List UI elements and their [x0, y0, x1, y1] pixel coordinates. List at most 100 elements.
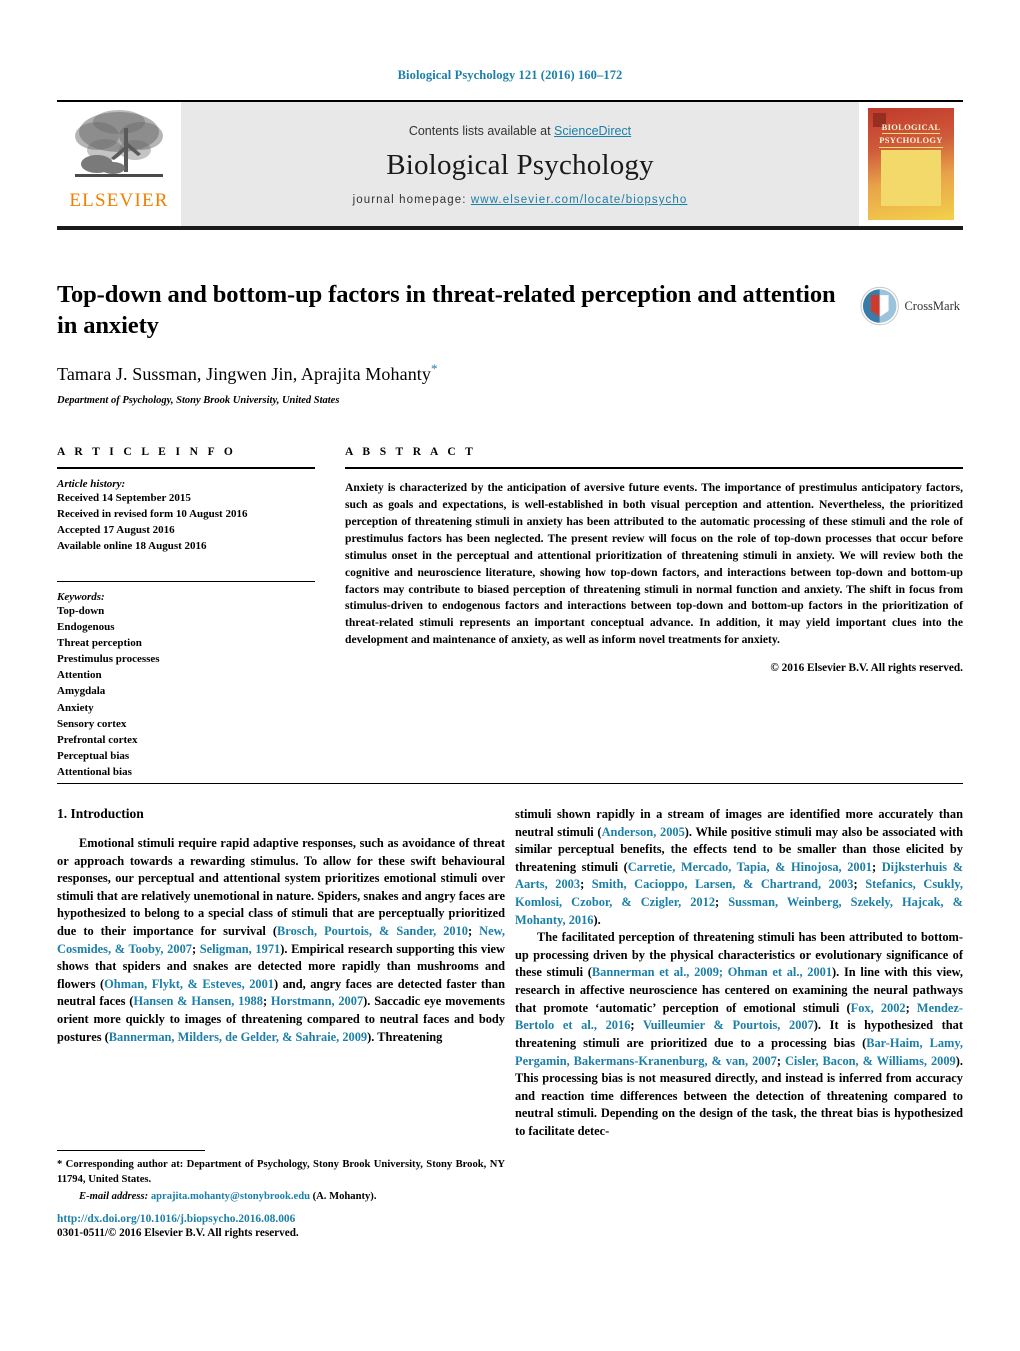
article-info-column: A R T I C L E I N F O Article history: R… — [57, 446, 315, 780]
paragraph: stimuli shown rapidly in a stream of ima… — [515, 806, 963, 929]
homepage-prefix: journal homepage: — [352, 194, 471, 206]
keyword-item: Endogenous — [57, 620, 115, 633]
citation-link[interactable]: Ohman, Flykt, & Esteves, 2001 — [104, 977, 274, 991]
text-run: ; — [468, 924, 480, 939]
footnote-email-line: E-mail address: aprajita.mohanty@stonybr… — [57, 1191, 505, 1202]
doi-link[interactable]: http://dx.doi.org/10.1016/j.biopsycho.20… — [57, 1213, 505, 1225]
author-list: Tamara J. Sussman, Jingwen Jin, Aprajita… — [57, 361, 847, 385]
article-history-item: Received 14 September 2015 — [57, 492, 191, 504]
cover-title: BIOLOGICAL PSYCHOLOGY — [868, 121, 954, 148]
abstract-rule — [345, 467, 963, 469]
citation-link[interactable]: Fox, 2002 — [851, 1001, 906, 1015]
keyword-item: Perceptual bias — [57, 750, 130, 763]
crossmark-icon — [860, 286, 899, 326]
keywords-label: Keywords: — [57, 590, 105, 603]
body-column-right: stimuli shown rapidly in a stream of ima… — [515, 806, 963, 1141]
abstract-text: Anxiety is characterized by the anticipa… — [345, 481, 963, 647]
elsevier-logo: ELSEVIER — [57, 102, 181, 226]
abstract-copyright: © 2016 Elsevier B.V. All rights reserved… — [770, 662, 963, 675]
text-run: ; — [715, 895, 729, 910]
article-info-heading: A R T I C L E I N F O — [57, 446, 237, 458]
cover-art-panel — [881, 150, 941, 206]
keyword-item: Sensory cortex — [57, 717, 127, 730]
footnote-rule — [57, 1150, 205, 1151]
citation-link[interactable]: Smith, Cacioppo, Larsen, & Chartrand, 20… — [592, 877, 854, 891]
corresponding-author-marker: * — [431, 360, 438, 376]
citation-link[interactable]: Carretie, Mercado, Tapia, & Hinojosa, 20… — [628, 860, 872, 874]
footnote-text: * Corresponding author at: Department of… — [57, 1157, 505, 1187]
abstract-column: A B S T R A C T Anxiety is characterized… — [345, 446, 963, 674]
article-info-rule — [57, 467, 315, 469]
keyword-item: Threat perception — [57, 636, 142, 649]
sciencedirect-link[interactable]: ScienceDirect — [554, 124, 631, 138]
corresponding-author-footnote: * Corresponding author at: Department of… — [57, 1150, 505, 1202]
keyword-item: Top-down — [57, 604, 105, 617]
masthead-bottom-rule — [57, 226, 963, 230]
body-column-left: 1. Introduction Emotional stimuli requir… — [57, 806, 505, 1046]
author-names: Tamara J. Sussman, Jingwen Jin, Aprajita… — [57, 363, 431, 384]
article-history-item: Accepted 17 August 2016 — [57, 524, 175, 537]
title-block: Top-down and bottom-up factors in threat… — [57, 280, 847, 406]
text-run: ). — [593, 912, 601, 927]
keywords-block: Keywords: Top-down Endogenous Threat per… — [57, 580, 315, 781]
text-run: ; — [580, 877, 592, 892]
text-run: ; — [262, 994, 271, 1009]
crossmark-label: CrossMark — [904, 298, 960, 313]
text-run: ; — [872, 859, 882, 874]
email-suffix: (A. Mohanty). — [309, 1191, 377, 1203]
keywords-rule — [57, 580, 315, 582]
contents-prefix: Contents lists available at — [408, 124, 555, 138]
citation-link[interactable]: Vuilleumier & Pourtois, 2007 — [643, 1018, 814, 1032]
citation-link[interactable]: Hansen & Hansen, 1988 — [133, 994, 263, 1008]
contents-list-line: Contents lists available at ScienceDirec… — [409, 124, 631, 138]
footnote-body: Corresponding author at: Department of P… — [57, 1159, 505, 1186]
keyword-item: Attention — [57, 669, 102, 682]
text-run: ; — [776, 1053, 785, 1068]
keyword-item: Attentional bias — [57, 766, 132, 779]
text-run: ; — [630, 1018, 643, 1033]
keyword-item: Anxiety — [57, 701, 94, 714]
article-history-label: Article history: — [57, 478, 126, 490]
text-run: ; — [191, 941, 200, 956]
crossmark-badge[interactable]: CrossMark — [860, 283, 960, 329]
article-history-item: Available online 18 August 2016 — [57, 540, 207, 553]
text-run: ; — [905, 1000, 917, 1015]
paragraph: Emotional stimuli require rapid adaptive… — [57, 835, 505, 1046]
citation-link[interactable]: Bannerman, Milders, de Gelder, & Sahraie… — [109, 1030, 367, 1044]
journal-masthead: ELSEVIER Contents lists available at Sci… — [57, 100, 963, 230]
issn-copyright-line: 0301-0511/© 2016 Elsevier B.V. All right… — [57, 1227, 299, 1239]
journal-homepage-line: journal homepage: www.elsevier.com/locat… — [353, 194, 688, 206]
citation-link[interactable]: Horstmann, 2007 — [271, 994, 363, 1008]
citation-link[interactable]: Anderson, 2005 — [602, 825, 685, 839]
elsevier-wordmark: ELSEVIER — [69, 190, 169, 211]
citation-link[interactable]: Cisler, Bacon, & Williams, 2009 — [785, 1054, 956, 1068]
body-divider-rule — [57, 783, 963, 784]
citation-link[interactable]: Brosch, Pourtois, & Sander, 2010 — [277, 924, 468, 938]
journal-homepage-link[interactable]: www.elsevier.com/locate/biopsycho — [471, 194, 688, 206]
running-head: Biological Psychology 121 (2016) 160–172 — [397, 68, 623, 82]
citation-link[interactable]: Bannerman et al., 2009; Ohman et al., 20… — [592, 965, 832, 979]
keyword-item: Prestimulus processes — [57, 653, 160, 666]
page-title: Top-down and bottom-up factors in threat… — [57, 281, 836, 339]
elsevier-tree-icon — [75, 110, 163, 177]
abstract-heading: A B S T R A C T — [345, 446, 477, 458]
keyword-item: Amygdala — [57, 685, 106, 698]
article-first-page: Biological Psychology 121 (2016) 160–172 — [0, 0, 1020, 1351]
affiliation: Department of Psychology, Stony Brook Un… — [57, 394, 340, 406]
text-run: Emotional stimuli require rapid adaptive… — [57, 836, 505, 939]
journal-title: Biological Psychology — [386, 149, 654, 181]
keyword-item: Prefrontal cortex — [57, 733, 138, 746]
journal-cover-thumbnail: BIOLOGICAL PSYCHOLOGY — [859, 102, 963, 226]
text-run: ). Threatening — [367, 1029, 443, 1044]
paragraph: The facilitated perception of threatenin… — [515, 929, 963, 1140]
section-heading-introduction: 1. Introduction — [57, 806, 144, 821]
text-run: ; — [853, 877, 866, 892]
cover-title-line2: PSYCHOLOGY — [879, 134, 943, 148]
citation-link[interactable]: Seligman, 1971 — [200, 942, 280, 956]
email-label: E-mail address: — [79, 1191, 149, 1203]
journal-band: Contents lists available at ScienceDirec… — [181, 102, 859, 226]
email-link[interactable]: aprajita.mohanty@stonybrook.edu — [151, 1191, 310, 1202]
doi-block: http://dx.doi.org/10.1016/j.biopsycho.20… — [57, 1213, 505, 1239]
cover-title-line1: BIOLOGICAL — [881, 121, 941, 135]
article-history-item: Received in revised form 10 August 2016 — [57, 508, 248, 521]
